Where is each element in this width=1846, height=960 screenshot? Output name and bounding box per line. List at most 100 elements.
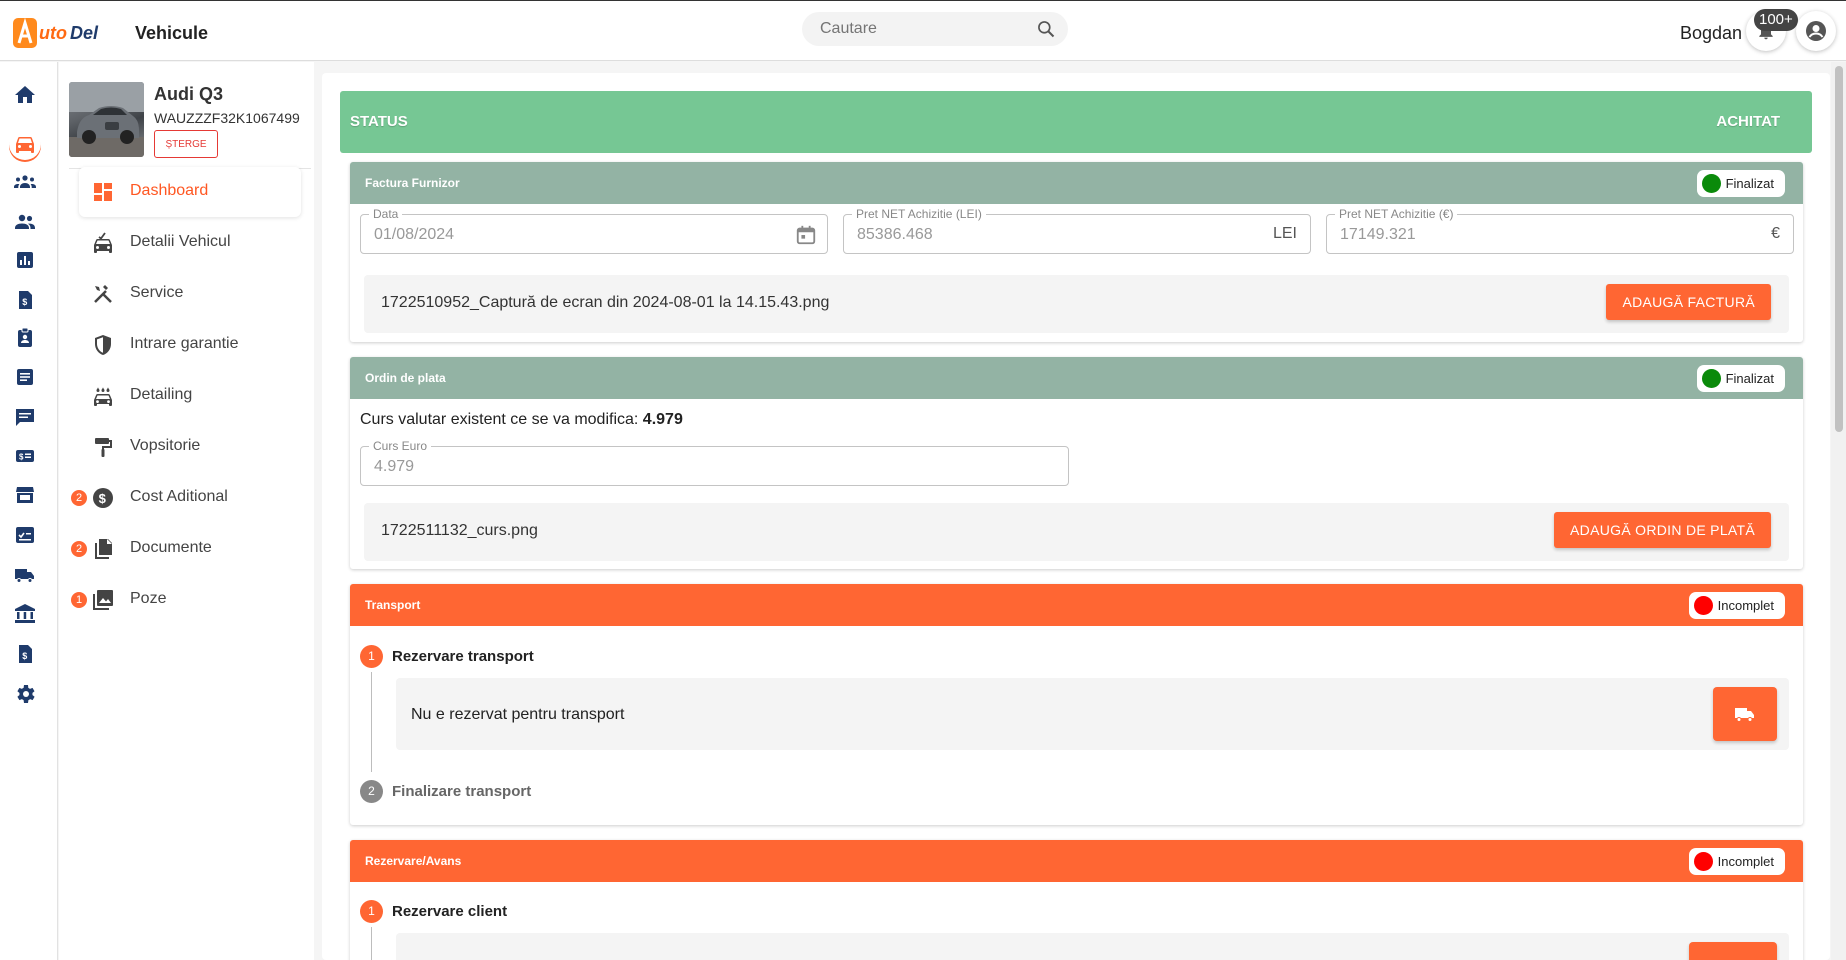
home-icon[interactable] bbox=[13, 83, 37, 107]
tools-icon bbox=[94, 285, 112, 303]
date-field[interactable]: Data 01/08/2024 bbox=[360, 207, 828, 254]
pret-eur-field[interactable]: Pret NET Achizitie (€) 17149.321 € bbox=[1326, 207, 1794, 254]
status-bar: STATUS ACHITAT bbox=[340, 91, 1812, 153]
documents-icon bbox=[95, 539, 112, 559]
nav-item-service[interactable]: Service bbox=[79, 269, 301, 319]
status-value: ACHITAT bbox=[1716, 113, 1780, 130]
status-pill: Finalizat bbox=[1696, 170, 1785, 197]
file-name[interactable]: 1722510952_Captură de ecran din 2024-08-… bbox=[381, 294, 829, 312]
delete-vehicle-button[interactable]: ȘTERGE bbox=[154, 130, 218, 158]
reserve-client-button[interactable] bbox=[1689, 942, 1777, 960]
card-header: Transport Incomplet bbox=[350, 584, 1803, 626]
nav-item-detalii-vehicul[interactable]: Detalii Vehicul bbox=[79, 218, 301, 268]
svg-text:$: $ bbox=[19, 453, 24, 462]
status-dot bbox=[1701, 369, 1721, 388]
exchange-rate-value: 4.979 bbox=[642, 411, 683, 428]
step-text: Nu e rezervat pentru transport bbox=[411, 706, 625, 723]
nav-label: Documente bbox=[130, 539, 212, 556]
status-pill: Incomplet bbox=[1688, 848, 1785, 875]
nav-item-dashboard[interactable]: Dashboard bbox=[79, 167, 301, 217]
search-input[interactable] bbox=[820, 18, 1020, 40]
svg-text:Del: Del bbox=[70, 23, 99, 43]
status-text: Finalizat bbox=[1725, 176, 1774, 191]
pret-lei-field[interactable]: Pret NET Achizitie (LEI) 85386.468 LEI bbox=[843, 207, 1311, 254]
calendar-icon[interactable] bbox=[795, 224, 817, 246]
payments-icon[interactable]: $ bbox=[13, 444, 37, 468]
people-icon[interactable] bbox=[13, 210, 37, 234]
nav-label: Vopsitorie bbox=[130, 437, 201, 454]
truck-icon[interactable] bbox=[13, 563, 37, 587]
field-label: Data bbox=[369, 207, 403, 221]
count-badge: 1 bbox=[71, 592, 87, 608]
step-number: 1 bbox=[360, 645, 383, 668]
car-icon[interactable] bbox=[13, 132, 37, 156]
step-number: 1 bbox=[360, 900, 383, 923]
autodel-logo[interactable]: uto Del bbox=[12, 15, 124, 51]
svg-text:$: $ bbox=[22, 297, 27, 307]
bank-icon[interactable] bbox=[13, 602, 37, 626]
settings-icon[interactable] bbox=[13, 682, 37, 706]
curs-euro-field[interactable]: Curs Euro 4.979 bbox=[360, 439, 1069, 486]
app-title: Vehicule bbox=[135, 23, 209, 43]
vehicle-name: Audi Q3 bbox=[154, 84, 224, 104]
vehicle-vin: WAUZZZF32K1067499 bbox=[154, 110, 300, 126]
notification-count-badge: 100+ bbox=[1754, 9, 1798, 31]
book-transport-button[interactable] bbox=[1713, 687, 1777, 741]
top-bar: uto Del Vehicule Bogdan 100+ bbox=[0, 0, 1846, 61]
nav-item-cost-aditional[interactable]: 2 $ Cost Aditional bbox=[71, 473, 301, 523]
store-icon[interactable] bbox=[13, 483, 37, 507]
status-text: Finalizat bbox=[1725, 371, 1774, 386]
nav-label: Dashboard bbox=[130, 182, 209, 199]
step-number: 2 bbox=[360, 780, 383, 803]
field-suffix: LEI bbox=[1272, 225, 1297, 242]
add-payment-order-button[interactable]: ADAUGĂ ORDIN DE PLATĂ bbox=[1554, 512, 1771, 548]
badge-icon[interactable] bbox=[13, 326, 37, 350]
card-title: Transport bbox=[365, 598, 421, 612]
nav-item-documente[interactable]: 2 Documente bbox=[71, 524, 301, 574]
article-icon[interactable] bbox=[13, 365, 37, 389]
nav-item-detailing[interactable]: Detailing bbox=[79, 371, 301, 421]
card-title: Factura Furnizor bbox=[365, 176, 460, 190]
field-suffix: € bbox=[1771, 225, 1780, 242]
nav-label: Intrare garantie bbox=[130, 335, 239, 352]
photos-icon bbox=[93, 590, 113, 610]
main-content: STATUS ACHITAT Factura Furnizor Finaliza… bbox=[322, 73, 1830, 960]
scrollbar-thumb[interactable] bbox=[1835, 66, 1843, 432]
dashboard-icon bbox=[94, 183, 112, 201]
shield-icon bbox=[95, 335, 111, 355]
status-dot bbox=[1693, 852, 1713, 871]
add-invoice-button[interactable]: ADAUGĂ FACTURĂ bbox=[1606, 284, 1771, 320]
nav-label: Detailing bbox=[130, 386, 193, 403]
status-label: STATUS bbox=[350, 113, 408, 130]
ordin-de-plata-card: Ordin de plata Finalizat Curs valutar ex… bbox=[350, 357, 1803, 569]
factura-furnizor-card: Factura Furnizor Finalizat Data 01/08/20… bbox=[350, 162, 1803, 342]
status-dot bbox=[1693, 596, 1713, 615]
paint-roller-icon bbox=[95, 438, 112, 457]
vehicle-sidebar: Audi Q3 WAUZZZF32K1067499 ȘTERGE Dashboa… bbox=[59, 62, 314, 960]
chat-icon[interactable] bbox=[13, 405, 37, 429]
card-title: Ordin de plata bbox=[365, 371, 446, 385]
nav-item-vopsitorie[interactable]: Vopsitorie bbox=[79, 422, 301, 472]
step-content: Nu e rezervat pentru transport bbox=[396, 678, 1789, 750]
status-pill: Finalizat bbox=[1696, 365, 1785, 392]
exchange-rate-note: Curs valutar existent ce se va modifica:… bbox=[360, 411, 683, 429]
account-button[interactable] bbox=[1796, 11, 1836, 51]
nav-item-intrare-garantie[interactable]: Intrare garantie bbox=[79, 320, 301, 370]
count-badge: 2 bbox=[71, 490, 87, 506]
nav-label: Poze bbox=[130, 590, 167, 607]
nav-item-poze[interactable]: 1 Poze bbox=[71, 575, 301, 625]
chart-icon[interactable] bbox=[13, 248, 37, 272]
search-icon[interactable] bbox=[1036, 19, 1056, 39]
file-name[interactable]: 1722511132_curs.png bbox=[381, 522, 538, 540]
vehicle-photo[interactable] bbox=[69, 82, 144, 157]
money-doc-icon[interactable]: $ bbox=[13, 288, 37, 312]
status-text: Incomplet bbox=[1717, 598, 1774, 613]
nav-label: Service bbox=[130, 284, 184, 301]
page-scrollbar[interactable] bbox=[1831, 62, 1846, 960]
step-title: Rezervare transport bbox=[392, 648, 534, 665]
checklist-icon[interactable] bbox=[13, 523, 37, 547]
svg-text:$: $ bbox=[22, 651, 27, 661]
groups-icon[interactable] bbox=[13, 170, 37, 194]
invoice-icon[interactable]: $ bbox=[13, 642, 37, 666]
dollar-icon: $ bbox=[93, 488, 113, 508]
